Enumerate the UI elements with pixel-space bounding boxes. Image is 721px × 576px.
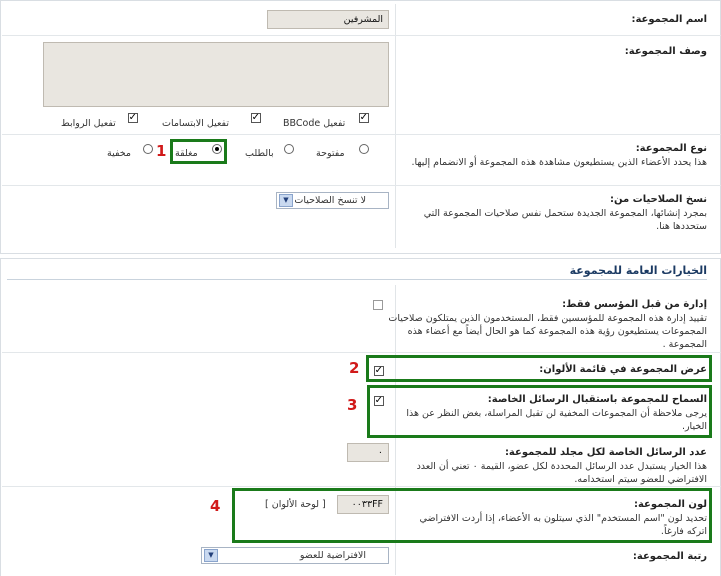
chevron-down-icon: ▼ (204, 549, 218, 562)
type-request-radio[interactable] (284, 144, 294, 154)
group-description-label: وصف المجموعة: (624, 46, 707, 57)
highlight-box-2 (366, 355, 712, 382)
marker-2: 2 (349, 359, 360, 377)
founder-manage-label: إدارة من قبل المؤسس فقط: (562, 299, 707, 310)
group-rank-select[interactable]: الافتراضية للعضو ▼ (201, 547, 389, 564)
group-type-description: هذا يحدد الأعضاء الذين يستطيعون مشاهدة ه… (411, 157, 707, 168)
marker-4: 4 (210, 497, 221, 515)
enable-smilies-checkbox[interactable]: ✓ (251, 113, 261, 123)
row-separator (2, 352, 721, 353)
group-description-textarea[interactable] (43, 42, 389, 107)
copy-permissions-select[interactable]: لا تنسخ الصلاحيات ▼ (276, 192, 389, 209)
group-type-label: نوع المجموعة: (635, 143, 707, 154)
copy-permissions-label: نسخ الصلاحيات من: (609, 194, 707, 205)
founder-manage-checkbox[interactable] (373, 300, 383, 310)
row-separator (2, 486, 721, 487)
section-title: الخيارات العامة للمجموعة (569, 264, 707, 277)
enable-links-label: تفعيل الروابط (61, 118, 116, 129)
enable-smilies-label: تفعيل الابتسامات (162, 118, 229, 129)
group-rank-value: الافتراضية للعضو (299, 550, 366, 561)
marker-3: 3 (347, 396, 358, 414)
row-separator (2, 185, 721, 186)
chevron-down-icon: ▼ (279, 194, 293, 207)
highlight-box-4 (232, 488, 712, 543)
enable-links-checkbox[interactable]: ✓ (128, 113, 138, 123)
enable-bbcode-checkbox[interactable]: ✓ (359, 113, 369, 123)
copy-permissions-description: بمجرد إنشائها، المجموعة الجديدة ستحمل نف… (423, 208, 707, 232)
highlight-box-1 (170, 139, 227, 164)
type-open-label: مفتوحة (316, 148, 345, 159)
type-hidden-radio[interactable] (143, 144, 153, 154)
marker-1: 1 (156, 142, 167, 160)
highlight-box-3 (367, 385, 712, 438)
founder-manage-description: تقييد إدارة هذه المجموعة للمؤسسين فقط، ا… (388, 313, 707, 350)
max-messages-description: هذا الخيار يستبدل عدد الرسائل المحددة لك… (416, 461, 707, 485)
max-messages-input[interactable]: ٠ (347, 443, 389, 462)
group-rank-label: رتبة المجموعة: (632, 551, 707, 562)
type-hidden-label: مخفية (107, 148, 131, 159)
row-separator (2, 35, 721, 36)
group-name-label: اسم المجموعة: (631, 14, 707, 25)
group-name-input[interactable]: المشرفين (267, 10, 389, 29)
row-separator (2, 134, 721, 135)
type-open-radio[interactable] (359, 144, 369, 154)
type-request-label: بالطلب (245, 148, 274, 159)
section-title-underline (7, 279, 707, 280)
copy-permissions-value: لا تنسخ الصلاحيات (294, 195, 366, 206)
max-messages-label: عدد الرسائل الخاصة لكل مجلد للمجموعة: (504, 447, 707, 458)
enable-bbcode-label: تفعيل BBCode (283, 118, 346, 129)
